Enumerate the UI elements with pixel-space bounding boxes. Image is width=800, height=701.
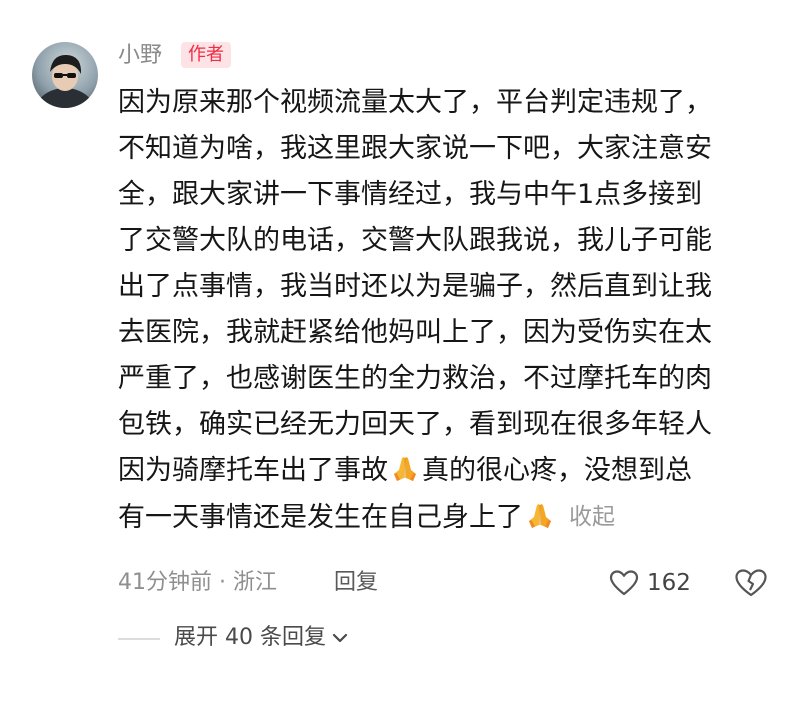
comment-line: 严重了，也感谢医生的全力救治，不过摩托车的肉 [118,363,712,394]
comment-line: 因为骑摩托车出了事故 真的很心疼，没想到总 [118,448,778,494]
folded-hands-icon [529,504,551,528]
chevron-down-icon [332,633,348,643]
comment-line: 全，跟大家讲一下事情经过，我与中午1点多接到 [118,179,703,210]
avatar-image [35,54,95,108]
comment-line: 了交警大队的电话，交警大队跟我说，我儿子可能 [118,225,712,256]
comment-line: 因为原来那个视频流量太大了，平台判定违规了， [118,87,712,118]
like-button[interactable]: 162 [609,566,691,600]
comment-line: 去医院，我就赶紧给他妈叫上了，因为受伤实在太 [118,317,712,348]
expand-replies-button[interactable]: 展开 40 条回复 [174,622,348,654]
like-count: 162 [647,570,691,596]
comment-line-part: 真的很心疼，没想到总 [422,455,692,486]
author-badge: 作者 [181,42,231,68]
comment-line-part: 因为骑摩托车出了事故 [118,455,388,486]
comment-time-location: 41分钟前 · 浙江 [118,570,277,595]
comment-text: 因为原来那个视频流量太大了，平台判定违规了， 不知道为啥，我这里跟大家说一下吧，… [118,80,778,540]
comment-line-part: 有一天事情还是发生在自己身上了 [118,502,523,533]
collapse-button[interactable]: 收起 [569,504,615,530]
broken-heart-icon[interactable] [734,568,768,598]
expand-replies-label: 展开 40 条回复 [174,625,326,650]
folded-hands-icon [394,457,416,481]
comment-line: 包铁，确实已经无力回天了，看到现在很多年轻人 [118,409,712,440]
divider [118,638,160,640]
heart-outline-icon [609,570,639,596]
comment-line: 不知道为啥，我这里跟大家说一下吧，大家注意安 [118,133,712,164]
comment-line: 出了点事情，我当时还以为是骗子，然后直到让我 [118,271,712,302]
comment-line: 有一天事情还是发生在自己身上了 收起 [118,494,778,540]
username[interactable]: 小野 [118,42,162,70]
reply-button[interactable]: 回复 [334,567,378,599]
avatar[interactable] [32,42,98,108]
